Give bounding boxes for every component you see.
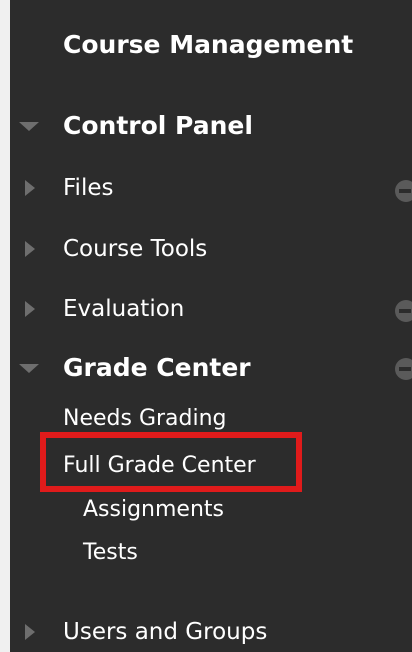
link-needs-grading[interactable]: Needs Grading bbox=[63, 405, 227, 433]
highlight-annotation-box bbox=[40, 432, 302, 492]
caret-down-icon[interactable] bbox=[19, 364, 39, 373]
remove-circle-icon[interactable] bbox=[395, 300, 412, 322]
sidebar-item-grade-center[interactable]: Grade Center bbox=[63, 353, 251, 383]
link-tests[interactable]: Tests bbox=[83, 539, 138, 567]
caret-right-icon[interactable] bbox=[25, 624, 35, 640]
sidebar-item-users-and-groups[interactable]: Users and Groups bbox=[63, 617, 267, 647]
sidebar-item-files[interactable]: Files bbox=[63, 173, 113, 203]
caret-right-icon[interactable] bbox=[25, 180, 35, 196]
control-panel-sidebar: Course Management Control Panel Files Co… bbox=[10, 0, 412, 652]
caret-right-icon[interactable] bbox=[25, 301, 35, 317]
remove-circle-icon[interactable] bbox=[395, 180, 412, 202]
course-management-title: Course Management bbox=[63, 30, 354, 59]
link-assignments[interactable]: Assignments bbox=[83, 496, 224, 524]
caret-down-icon[interactable] bbox=[19, 122, 39, 131]
caret-right-icon[interactable] bbox=[25, 241, 35, 257]
sidebar-item-course-tools[interactable]: Course Tools bbox=[63, 234, 207, 264]
control-panel-header[interactable]: Control Panel bbox=[63, 111, 253, 141]
sidebar-item-evaluation[interactable]: Evaluation bbox=[63, 294, 184, 324]
remove-circle-icon[interactable] bbox=[395, 358, 412, 380]
